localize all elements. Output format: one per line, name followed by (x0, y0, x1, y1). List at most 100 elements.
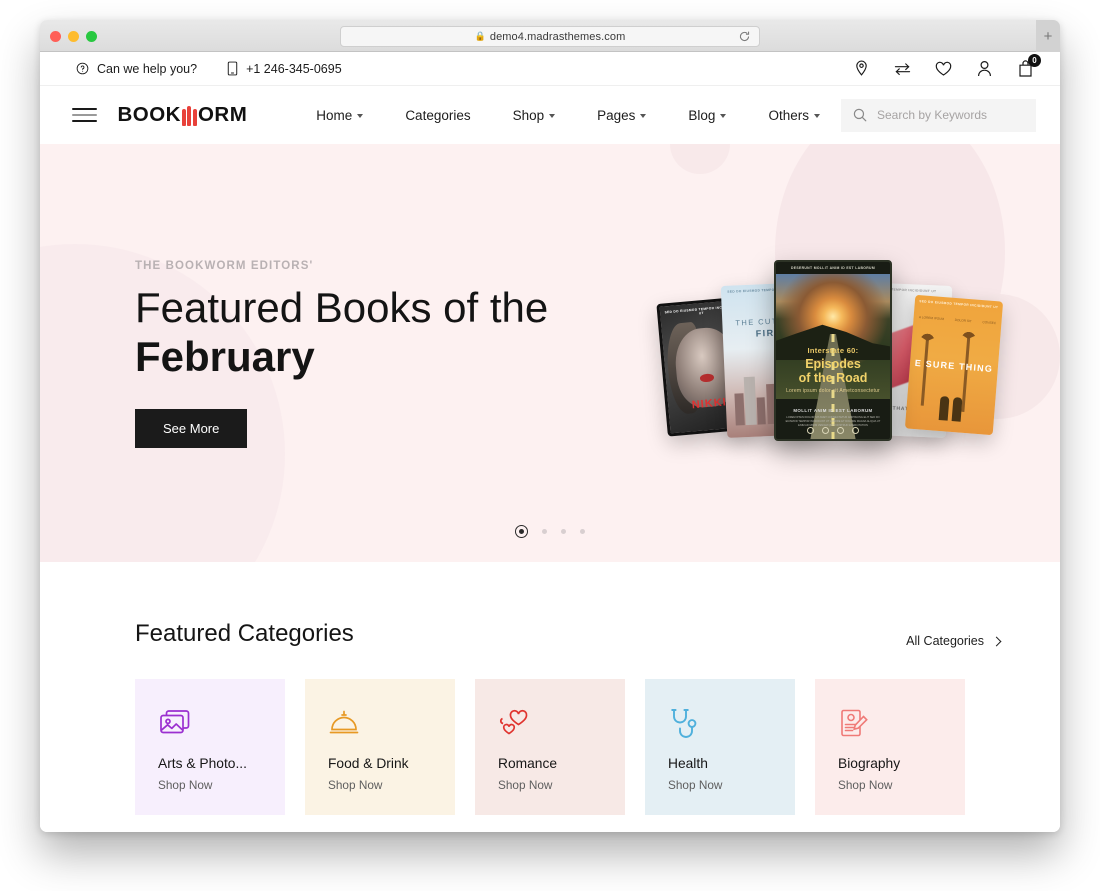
main-navigation: BOOK ORM Home Categories Shop Pages Blog… (40, 86, 1060, 144)
search-input[interactable] (876, 108, 1024, 122)
shop-now-link[interactable]: Shop Now (328, 778, 382, 792)
search-box[interactable] (840, 98, 1036, 132)
credit-name: CONSEC (982, 320, 997, 326)
category-card-biography[interactable]: Biography Shop Now (815, 679, 965, 815)
help-link[interactable]: Can we help you? (76, 62, 197, 76)
compare-arrows-icon[interactable] (894, 60, 911, 77)
book-subtitle: Lorem ipsum dolor sit Ametconsectetur (786, 388, 880, 394)
shop-now-link[interactable]: Shop Now (668, 778, 722, 792)
address-bar[interactable]: 🔒 demo4.madrasthemes.com (340, 26, 760, 47)
category-name: Food & Drink (328, 756, 409, 771)
category-card-list: Arts & Photo... Shop Now Food & Drink Sh… (135, 679, 1000, 815)
book-pages-icon (181, 106, 197, 126)
hero-book-fan: SED DO EIUSMOD TEMPOR INCIDIDUNT UT NIKK… (656, 260, 1004, 450)
credit-name: DOLOR SIT (954, 318, 972, 324)
book-credit-line: MOLLIT ANIM ID EST LABORUM (793, 408, 873, 413)
phone-number: +1 246-345-0695 (246, 61, 342, 76)
carousel-dot-1[interactable] (515, 525, 528, 538)
nav-menu-list: Home Categories Shop Pages Blog Others (295, 108, 841, 123)
maximize-window-button[interactable] (86, 31, 97, 42)
nav-item-label: Blog (688, 107, 716, 123)
palm-tree-icon (920, 335, 930, 406)
user-account-icon[interactable] (976, 60, 993, 77)
lock-icon: 🔒 (474, 30, 486, 41)
chevron-down-icon (720, 114, 727, 118)
url-text: demo4.madrasthemes.com (489, 30, 626, 43)
nav-item-label: Home (316, 107, 353, 123)
food-cloche-icon (328, 702, 360, 746)
mobile-icon (227, 61, 238, 76)
chevron-down-icon (357, 114, 364, 118)
category-name: Health (668, 756, 708, 771)
featured-categories-section: Featured Categories All Categories Arts … (40, 562, 1060, 815)
book-caption-top: SED DO EIUSMOD TEMPOR INCIDIDUNT UT (919, 299, 999, 310)
nav-item-label: Categories (405, 107, 471, 123)
hamburger-menu-icon[interactable] (72, 108, 98, 122)
credit-name: A LOREM IPSUM (918, 315, 945, 322)
reload-icon[interactable] (738, 30, 751, 43)
heart-wishlist-icon[interactable] (935, 60, 952, 77)
nav-item-label: Pages (597, 107, 636, 123)
shop-now-link[interactable]: Shop Now (158, 778, 212, 792)
book-title-line1: Episodes (805, 357, 861, 371)
nav-item-pages[interactable]: Pages (576, 108, 667, 123)
photos-stack-icon (158, 702, 192, 746)
book-fine-print: LOREM IPSUM DOLOR SIT AMET CONSECTETUR A… (785, 416, 881, 427)
category-card-arts-photo[interactable]: Arts & Photo... Shop Now (135, 679, 285, 815)
nav-item-shop[interactable]: Shop (492, 108, 577, 123)
all-categories-link[interactable]: All Categories (906, 634, 1002, 648)
carousel-pagination (40, 525, 1060, 538)
contact-info-group: Can we help you? +1 246-345-0695 (76, 61, 342, 76)
chevron-right-icon (991, 636, 1002, 646)
book-title: Episodes of the Road (776, 357, 890, 385)
award-laurels (776, 427, 890, 434)
search-icon (853, 108, 867, 122)
minimize-window-button[interactable] (68, 31, 79, 42)
site-logo[interactable]: BOOK ORM (117, 103, 247, 127)
logo-text-suffix: ORM (197, 103, 248, 126)
category-card-food-drink[interactable]: Food & Drink Shop Now (305, 679, 455, 815)
see-more-button[interactable]: See More (135, 409, 248, 449)
location-pin-icon[interactable] (853, 60, 870, 77)
shop-now-link[interactable]: Shop Now (838, 778, 892, 792)
section-header: Featured Categories All Categories (135, 620, 1002, 648)
website-viewport: Can we help you? +1 246-345-0695 0 BOOK … (40, 52, 1060, 832)
nav-item-home[interactable]: Home (295, 108, 384, 123)
book-cover-sure-thing[interactable]: SED DO EIUSMOD TEMPOR INCIDIDUNT UT A LO… (904, 294, 1004, 436)
category-card-romance[interactable]: Romance Shop Now (475, 679, 625, 815)
stethoscope-icon (668, 702, 698, 746)
carousel-dot-3[interactable] (561, 529, 566, 534)
cart-count-badge: 0 (1028, 54, 1041, 67)
book-caption-top: DESERUNT MOLLIT ANIM ID EST LABORUM (790, 266, 876, 270)
help-text: Can we help you? (97, 61, 198, 76)
header-action-icons: 0 (853, 54, 1041, 77)
carousel-dot-2[interactable] (542, 529, 547, 534)
category-name: Arts & Photo... (158, 756, 247, 771)
chevron-down-icon (813, 114, 820, 118)
chevron-down-icon (640, 114, 647, 118)
phone-link[interactable]: +1 246-345-0695 (227, 61, 342, 76)
carousel-dot-4[interactable] (580, 529, 585, 534)
hearts-icon (498, 702, 530, 746)
figures-silhouette (938, 396, 963, 422)
hero-carousel: THE BOOKWORM EDITORS' Featured Books of … (40, 144, 1060, 562)
new-tab-button[interactable]: + (1036, 20, 1060, 52)
book-credits: A LOREM IPSUM DOLOR SIT CONSEC (914, 315, 1002, 326)
shop-now-link[interactable]: Shop Now (498, 778, 552, 792)
book-title-line2: of the Road (798, 371, 868, 385)
document-pencil-icon (838, 702, 870, 746)
book-cover-episodes-of-the-road[interactable]: DESERUNT MOLLIT ANIM ID EST LABORUM Inte… (774, 260, 892, 441)
close-window-button[interactable] (50, 31, 61, 42)
chevron-down-icon (549, 114, 556, 118)
nav-item-blog[interactable]: Blog (667, 108, 747, 123)
nav-item-label: Others (768, 107, 809, 123)
hero-title-line1: Featured Books of the (135, 284, 549, 331)
nav-item-others[interactable]: Others (747, 108, 841, 123)
shopping-bag-icon[interactable]: 0 (1017, 54, 1041, 77)
category-card-health[interactable]: Health Shop Now (645, 679, 795, 815)
nav-item-label: Shop (512, 107, 545, 123)
category-name: Biography (838, 756, 901, 771)
nav-item-categories[interactable]: Categories (384, 108, 491, 123)
window-controls[interactable] (50, 31, 97, 42)
palm-tree-icon (960, 333, 971, 412)
